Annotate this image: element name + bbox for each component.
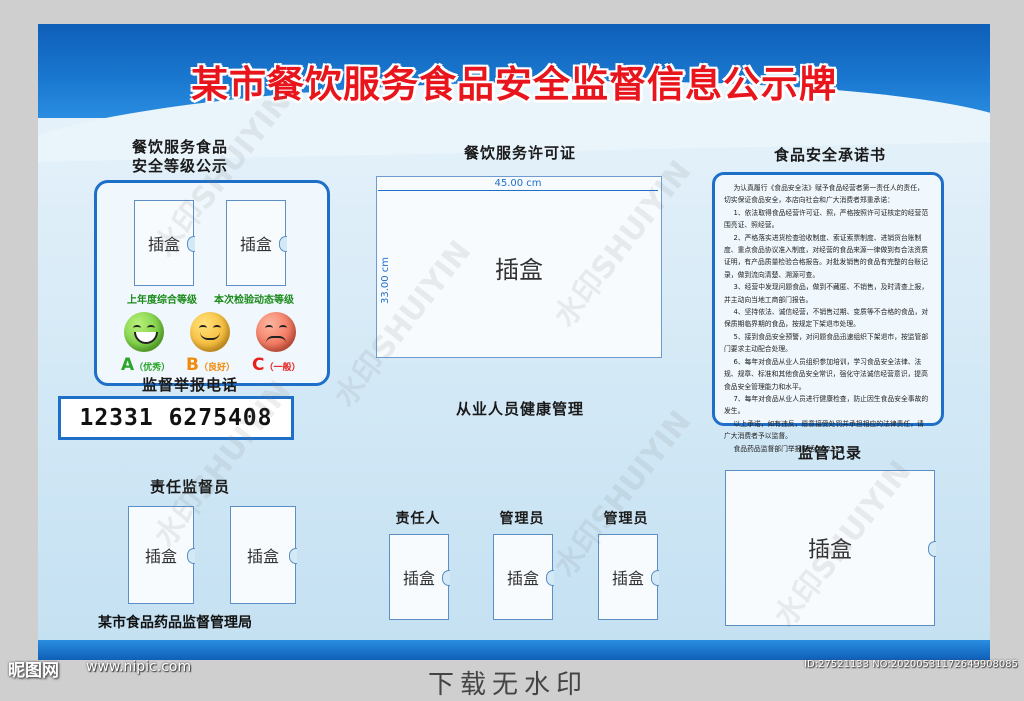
grade-heading-line2: 安全等级公示 (131, 157, 228, 175)
health-slot-1: 插盒 (389, 534, 450, 620)
height-dimension-label: 33.00 cm (380, 256, 391, 304)
site-url: www.nipic.com (86, 659, 192, 675)
slot-label: 插盒 (144, 547, 177, 566)
slot-label: 插盒 (611, 569, 644, 588)
health-slot-2: 插盒 (493, 534, 554, 620)
phone-heading: 监督举报电话 (141, 376, 238, 394)
sad-face-icon (256, 312, 296, 352)
supervisor-slot-2: 插盒 (230, 506, 297, 604)
record-heading: 监管记录 (797, 444, 862, 462)
grade-letter-a: A (121, 355, 135, 375)
grade-slot-right: 插盒 (226, 200, 287, 286)
promise-paragraph: 6、每年对食品从业人员组织参加培训，学习食品安全法律、法规、规章、标准和其他食品… (724, 357, 928, 391)
role-label-1: 责任人 (395, 511, 441, 527)
role-label-3: 管理员 (603, 511, 649, 527)
record-slot: 插盒 (725, 470, 936, 626)
role-label-2: 管理员 (499, 511, 545, 527)
image-id: ID:27521133 NO:20200531172649908085 (804, 659, 1018, 670)
site-logo: 昵图网 (8, 661, 59, 681)
promise-paragraph: 以上承诺，如有违反，愿意接受处罚并承担相应的法律责任，请广大消费者予以监督。 (724, 419, 924, 441)
promise-paragraph: 2、严格落实进货检查验收制度、索证索票制度、进销货台账制度、重点食品协议准入制度… (724, 233, 928, 279)
promise-paragraph: 5、接到食品安全预警，对问题食品迅速组织下架退市，按监管部门要求主动配合处理。 (724, 332, 929, 354)
neutral-face-icon (190, 312, 230, 352)
promise-text: 为认真履行《食品安全法》赋予食品经营者第一责任人的责任，切实保证食品安全，本店向… (724, 182, 930, 455)
grade-note-b: （良好） (198, 363, 235, 373)
footer-band (38, 640, 990, 660)
promise-heading: 食品安全承诺书 (773, 146, 886, 164)
supervisor-slot-1: 插盒 (128, 506, 195, 604)
slot-label: 插盒 (246, 547, 279, 566)
promise-paragraph: 1、依法取得食品经营许可证、照，严格按照许可证核定的经营范围亮证、照经营。 (724, 208, 929, 230)
slot-label: 插盒 (239, 235, 272, 254)
board-title: 某市餐饮服务食品安全监督信息公示牌 (191, 62, 837, 106)
license-slot: 插盒 (376, 176, 662, 358)
grade-slot-left: 插盒 (134, 200, 195, 286)
grade-b: B（良好） (186, 355, 235, 375)
slot-label: 插盒 (495, 255, 543, 284)
slot-label: 插盒 (147, 235, 180, 254)
smile-face-icon (124, 312, 164, 352)
slot-label: 插盒 (402, 569, 435, 588)
grade-letter-c: C (252, 355, 265, 375)
promise-paragraph: 7、每年对食品从业人员进行健康检查，防止因生食品安全事故的发生。 (724, 394, 929, 416)
phone-number: 12331 6275408 (58, 396, 294, 440)
supervisor-heading: 责任监督员 (149, 478, 230, 496)
grade-heading-line1: 餐饮服务食品 (131, 138, 228, 156)
promise-paragraph: 4、坚持依法、诚信经营，不销售过期、变质等不合格的食品，对保质期临界期的食品，按… (724, 308, 929, 329)
grade-letter-b: B (186, 355, 199, 375)
slot-label: 插盒 (807, 538, 852, 563)
width-dimension-label: 45.00 cm (494, 178, 542, 189)
health-slot-3: 插盒 (598, 534, 659, 620)
download-banner: 下载无水印 (428, 670, 589, 700)
grade-note-c: （一般） (264, 363, 301, 373)
grade-label-last-year: 上年度综合等级 (127, 295, 197, 306)
width-dimension-line (378, 190, 658, 191)
grade-a: A（优秀） (121, 355, 170, 375)
health-heading: 从业人员健康管理 (455, 400, 584, 418)
grade-c: C（一般） (252, 355, 301, 375)
grade-note-a: （优秀） (134, 363, 171, 373)
license-heading: 餐饮服务许可证 (463, 144, 576, 162)
authority-name: 某市食品药品监督管理局 (98, 615, 252, 631)
promise-paragraph: 3、经营中发现问题食品，做到不藏匿、不销售，及时清查上报，并主动向当地工商部门报… (724, 283, 929, 304)
grade-label-current: 本次检验动态等级 (214, 295, 294, 306)
promise-paragraph: 为认真履行《食品安全法》赋予食品经营者第一责任人的责任，切实保证食品安全，本店向… (724, 184, 924, 205)
grade-heading: 餐饮服务食品 安全等级公示 (80, 138, 280, 176)
slot-label: 插盒 (506, 569, 539, 588)
